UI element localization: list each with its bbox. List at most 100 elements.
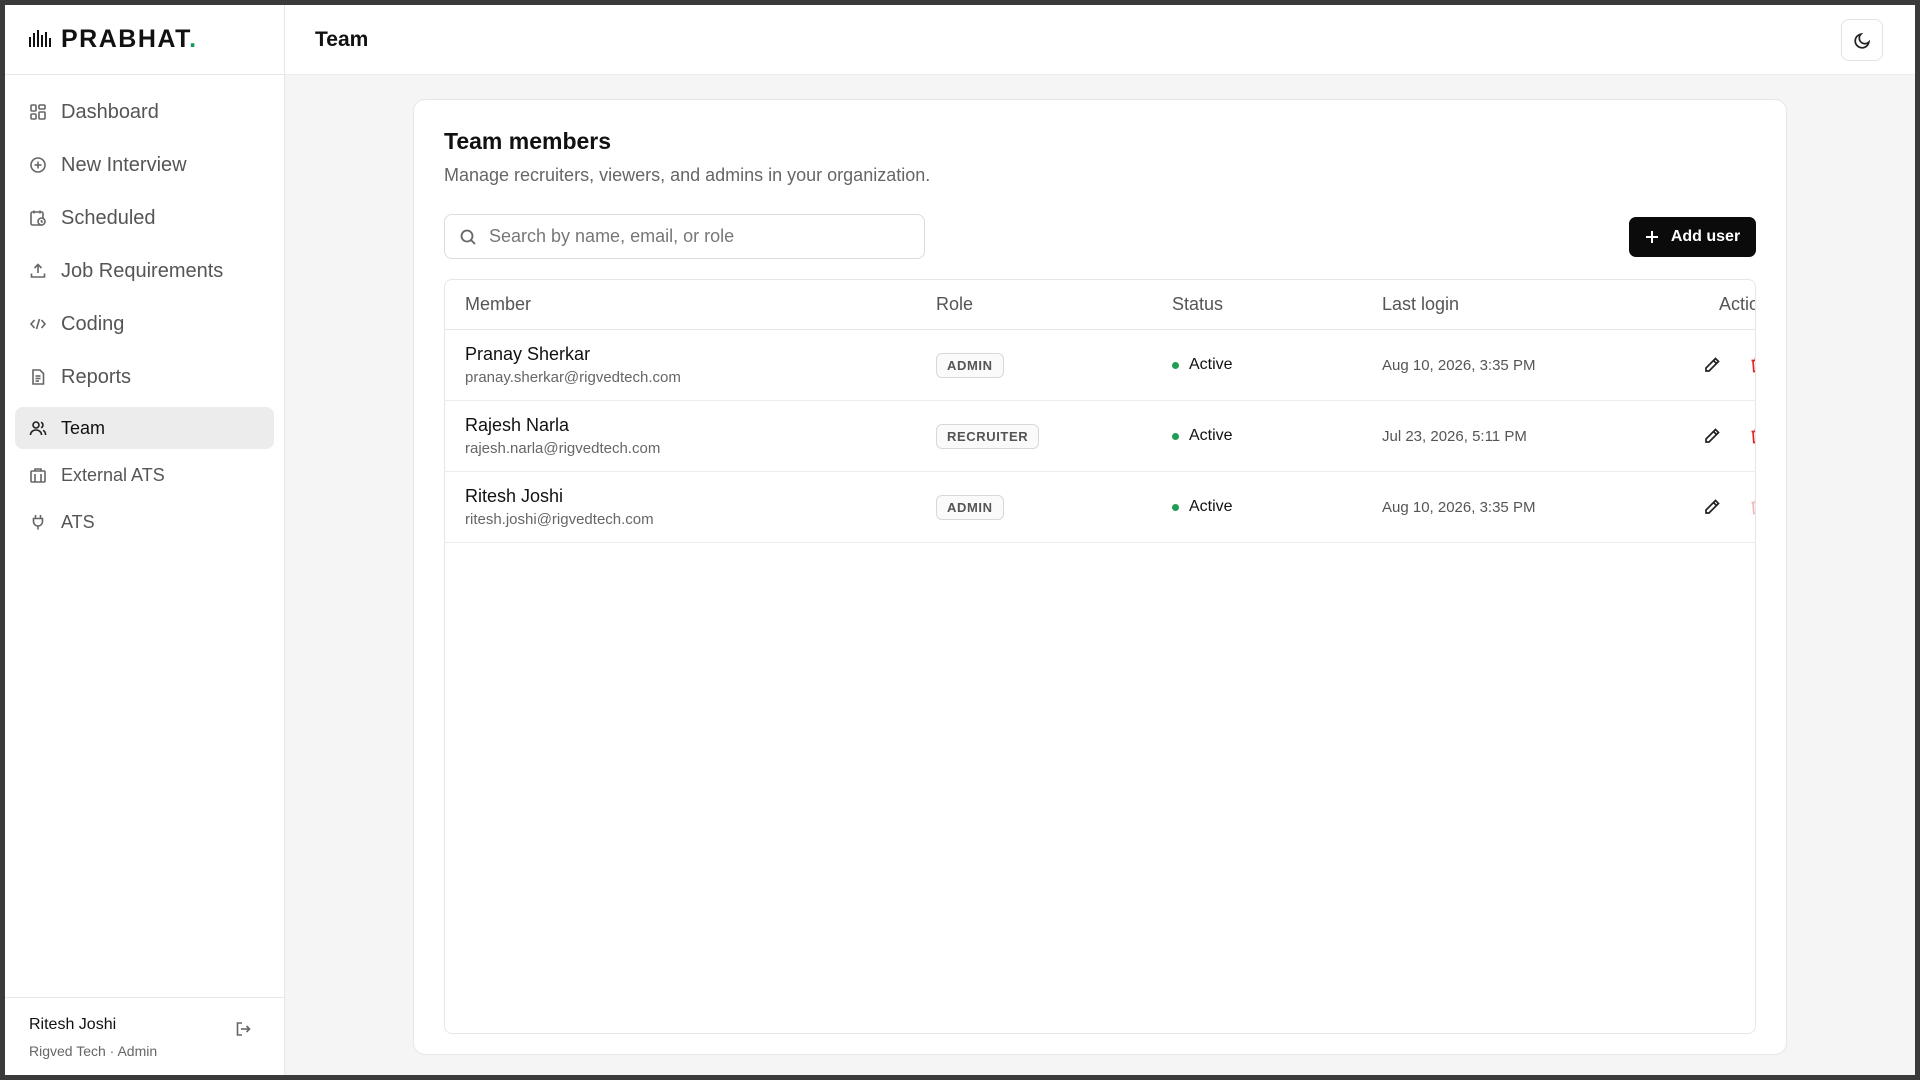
trash-icon xyxy=(1751,357,1755,373)
main-area: Team Team members Manage recruiters, vie… xyxy=(285,5,1915,1075)
column-header-actions: Actions xyxy=(1718,294,1755,314)
last-login: Aug 10, 2026, 3:35 PM xyxy=(1382,356,1536,374)
moon-icon xyxy=(1853,32,1870,49)
row-actions xyxy=(1637,497,1755,517)
status-text: Active xyxy=(1189,498,1233,515)
sidebar-item-external-ats[interactable]: External ATS xyxy=(15,454,274,496)
sidebar-item-dashboard[interactable]: Dashboard xyxy=(15,89,274,135)
column-header-status: Status xyxy=(1172,294,1224,314)
sidebar-item-label: New Interview xyxy=(61,153,187,176)
member-name: Ritesh Joshi xyxy=(465,486,564,506)
upload-icon xyxy=(30,263,46,278)
sidebar-item-label: Coding xyxy=(61,312,125,335)
member-name: Pranay Sherkar xyxy=(465,344,591,364)
bars-logo-icon xyxy=(29,27,51,52)
card-title: Team members xyxy=(444,128,612,154)
pencil-icon xyxy=(1705,357,1720,372)
sidebar: PRABHAT. Dashboard New Interview Schedul… xyxy=(5,5,285,1075)
sidebar-item-label: Scheduled xyxy=(61,206,156,229)
edit-button[interactable] xyxy=(1702,497,1722,517)
column-header-last-login: Last login xyxy=(1382,294,1460,314)
topbar: Team xyxy=(285,5,1915,75)
status-cell: Active xyxy=(1172,498,1382,516)
sidebar-item-reports[interactable]: Reports xyxy=(15,354,274,400)
theme-toggle-button[interactable] xyxy=(1841,19,1883,61)
card-subtitle: Manage recruiters, viewers, and admins i… xyxy=(444,165,931,185)
delete-button[interactable] xyxy=(1748,355,1755,375)
sidebar-item-scheduled[interactable]: Scheduled xyxy=(15,195,274,241)
plus-icon xyxy=(1645,230,1658,243)
last-login: Jul 23, 2026, 5:11 PM xyxy=(1382,427,1527,445)
row-actions xyxy=(1637,355,1755,375)
delete-button[interactable] xyxy=(1748,426,1755,446)
role-badge: ADMIN xyxy=(936,352,1004,378)
status-cell: Active xyxy=(1172,427,1382,445)
sidebar-item-ats[interactable]: ATS xyxy=(15,501,274,543)
member-email: ritesh.joshi@rigvedtech.com xyxy=(465,511,654,528)
team-table: Member Role Status Last login Actions Pr… xyxy=(444,279,1756,1034)
table-header: Member Role Status Last login Actions xyxy=(445,280,1755,330)
sidebar-item-label: Dashboard xyxy=(61,100,159,123)
pencil-icon xyxy=(1705,499,1720,514)
users-icon xyxy=(29,421,47,436)
search-icon xyxy=(460,229,476,245)
search-input[interactable] xyxy=(489,226,924,247)
app-window: PRABHAT. Dashboard New Interview Schedul… xyxy=(5,5,1915,1075)
grid-icon xyxy=(30,104,46,120)
calendar-clock-icon xyxy=(30,210,46,226)
logout-icon xyxy=(236,1022,251,1036)
status-dot xyxy=(1172,503,1179,511)
brand-name: PRABHAT. xyxy=(61,25,198,53)
last-login: Aug 10, 2026, 3:35 PM xyxy=(1382,498,1536,516)
status-cell: Active xyxy=(1172,356,1382,374)
content: Team members Manage recruiters, viewers,… xyxy=(285,75,1915,1075)
table-row: Ritesh Joshi ritesh.joshi@rigvedtech.com… xyxy=(445,472,1755,543)
plus-circle-icon xyxy=(30,157,46,173)
table-row: Rajesh Narla rajesh.narla@rigvedtech.com… xyxy=(445,401,1755,472)
logout-button[interactable] xyxy=(234,1020,254,1040)
team-card: Team members Manage recruiters, viewers,… xyxy=(413,99,1787,1055)
member-name: Rajesh Narla xyxy=(465,415,570,435)
column-header-role: Role xyxy=(936,294,974,314)
sidebar-item-new-interview[interactable]: New Interview xyxy=(15,142,274,188)
trash-icon xyxy=(1751,428,1755,444)
brand-logo[interactable]: PRABHAT. xyxy=(5,5,284,75)
toolbar: Add user xyxy=(444,214,1756,259)
pencil-icon xyxy=(1705,428,1720,443)
user-name: Ritesh Joshi xyxy=(29,1016,117,1033)
sidebar-item-label: Team xyxy=(61,417,106,438)
trash-icon xyxy=(1751,499,1755,515)
sidebar-item-job-requirements[interactable]: Job Requirements xyxy=(15,248,274,294)
page-title: Team xyxy=(315,27,369,51)
sidebar-item-label: External ATS xyxy=(61,464,165,485)
sidebar-nav: Dashboard New Interview Scheduled Job Re… xyxy=(5,75,284,548)
column-header-member: Member xyxy=(465,294,532,314)
status-text: Active xyxy=(1189,356,1233,373)
member-cell: Pranay Sherkar pranay.sherkar@rigvedtech… xyxy=(465,344,936,386)
sidebar-item-coding[interactable]: Coding xyxy=(15,301,274,347)
sidebar-item-label: Job Requirements xyxy=(61,259,224,282)
status-dot xyxy=(1172,361,1179,369)
building-icon xyxy=(30,468,46,483)
role-badge: RECRUITER xyxy=(936,423,1040,449)
document-icon xyxy=(32,369,45,385)
status-dot xyxy=(1172,432,1179,440)
sidebar-item-label: ATS xyxy=(61,511,95,532)
status-text: Active xyxy=(1189,427,1233,444)
user-profile: Ritesh Joshi Rigved Tech · Admin xyxy=(5,997,284,1075)
user-org-role: Rigved Tech · Admin xyxy=(29,1043,158,1059)
table-row: Pranay Sherkar pranay.sherkar@rigvedtech… xyxy=(445,330,1755,401)
code-icon xyxy=(29,318,47,330)
sidebar-item-label: Reports xyxy=(61,365,132,388)
member-cell: Rajesh Narla rajesh.narla@rigvedtech.com xyxy=(465,415,936,457)
sidebar-item-team[interactable]: Team xyxy=(15,407,274,449)
add-user-button[interactable]: Add user xyxy=(1629,216,1756,257)
role-badge: ADMIN xyxy=(936,494,1004,520)
edit-button[interactable] xyxy=(1702,426,1722,446)
edit-button[interactable] xyxy=(1702,355,1722,375)
search-box[interactable] xyxy=(444,214,925,259)
member-email: pranay.sherkar@rigvedtech.com xyxy=(465,369,681,386)
plug-icon xyxy=(32,515,44,530)
add-user-label: Add user xyxy=(1670,227,1741,245)
delete-button-disabled xyxy=(1748,497,1755,517)
